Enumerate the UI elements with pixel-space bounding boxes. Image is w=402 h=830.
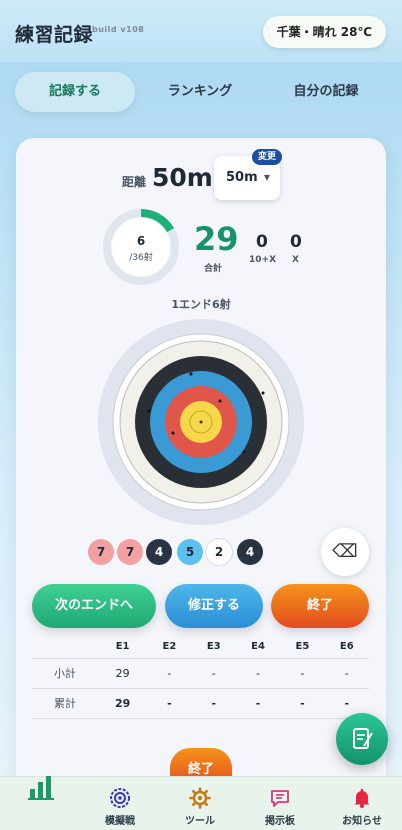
shot-count: 6 — [136, 234, 146, 248]
table-cell: - — [191, 657, 236, 688]
change-badge[interactable]: 変更 — [252, 149, 283, 165]
fix-button[interactable]: 修正する — [165, 584, 263, 628]
table-header: E2 — [162, 641, 177, 653]
table-cell: - — [280, 687, 325, 719]
shot-chip-4[interactable]: 5 — [177, 539, 203, 565]
bar-chart-icon — [28, 776, 54, 800]
table-header: E3 — [206, 641, 221, 653]
table-header: E5 — [295, 641, 310, 653]
total-label: 合計 — [204, 264, 223, 274]
app-title: 練習記録 — [15, 24, 94, 46]
table-row-cumulative: 累計 29 - - - - - — [32, 687, 369, 719]
score-table: E1 E2 E3 E4 E5 E6 小計 29 - - - - - 累計 29 … — [32, 636, 369, 719]
nav-item-match[interactable]: 模擬戦 — [80, 777, 160, 830]
backspace-icon: ⌫ — [332, 541, 358, 562]
row-label: 小計 — [32, 657, 98, 688]
build-version: build v108 — [92, 25, 145, 34]
table-header-row: E1 E2 E3 E4 E5 E6 — [32, 636, 369, 658]
nav-label: 掲示板 — [265, 816, 295, 827]
shot-progress-ring: 6 /36射 — [102, 208, 180, 286]
table-header — [32, 636, 98, 658]
table-header: E6 — [339, 641, 354, 653]
app-header: 練習記録 build v108 千葉・晴れ 28℃ — [0, 0, 402, 62]
x-label: X — [292, 255, 299, 265]
distance-value: 50m — [152, 163, 213, 192]
memo-edit-icon — [353, 728, 373, 749]
bottom-nav: 模擬戦 ツール 掲示板 お知らせ — [0, 776, 402, 830]
table-cell: - — [235, 687, 281, 719]
ring-center: 6 /36射 — [102, 208, 180, 286]
table-cell: 29 — [98, 687, 148, 719]
table-cell: - — [235, 657, 281, 688]
shot-chip-3[interactable]: 4 — [146, 539, 172, 565]
nav-label: ツール — [185, 816, 215, 827]
shot-chip-1[interactable]: 7 — [88, 539, 114, 565]
table-header: E1 — [115, 641, 130, 653]
nav-item-notices[interactable]: お知らせ — [322, 777, 402, 830]
backspace-button[interactable]: ⌫ — [321, 528, 369, 576]
table-cell: - — [191, 687, 236, 719]
tab-bar: 記録する ランキング 自分の記録 — [15, 72, 387, 112]
tens-label: 10+X — [249, 255, 277, 265]
table-cell: - — [147, 687, 192, 719]
tab-ranking[interactable]: ランキング — [140, 72, 260, 112]
tab-my-records[interactable]: 自分の記録 — [265, 72, 387, 112]
nav-label: 模擬戦 — [105, 816, 135, 827]
weather-chip[interactable]: 千葉・晴れ 28℃ — [262, 16, 386, 48]
shot-total: /36射 — [129, 253, 153, 263]
next-end-button[interactable]: 次のエンドへ — [32, 584, 156, 628]
shot-chip-5[interactable]: 2 — [206, 539, 232, 565]
nav-item-stats[interactable] — [0, 776, 80, 830]
distance-label: 距離 — [122, 175, 147, 189]
gear-icon — [189, 787, 211, 809]
memo-fab-button[interactable] — [336, 713, 388, 765]
shot-chip-2[interactable]: 7 — [117, 539, 143, 565]
table-cell: - — [280, 657, 325, 688]
table-header: E4 — [251, 641, 265, 653]
record-card: 距離 50m 50m ▼ 変更 6 /36射 29 合計 0 10+X 0 X … — [16, 138, 386, 830]
end-title: 1エンド6射 — [171, 298, 231, 311]
bell-icon — [354, 788, 370, 808]
nav-item-tools[interactable]: ツール — [160, 777, 240, 830]
tab-record[interactable]: 記録する — [15, 72, 135, 112]
row-label: 累計 — [32, 687, 98, 719]
shot-chip-6[interactable]: 4 — [237, 539, 263, 565]
archery-target[interactable] — [97, 318, 305, 526]
finish-button[interactable]: 終了 — [271, 584, 369, 628]
distance-select-value: 50m — [226, 170, 258, 185]
x-count: 0 — [290, 232, 302, 252]
total-score: 29 — [194, 220, 239, 258]
table-row-subtotal: 小計 29 - - - - - — [32, 657, 369, 688]
target-badge-icon — [110, 788, 130, 808]
nav-label: お知らせ — [342, 816, 382, 827]
table-cell: - — [324, 657, 369, 688]
chat-icon — [271, 790, 289, 807]
table-cell: 29 — [98, 657, 148, 688]
table-cell: - — [147, 657, 192, 688]
nav-item-board[interactable]: 掲示板 — [240, 777, 320, 830]
tens-count: 0 — [256, 232, 268, 252]
